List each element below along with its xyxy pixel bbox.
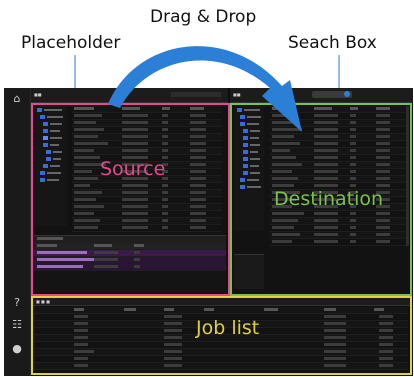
left-navigation-bar: ⌂ ? ☷ ● xyxy=(4,88,31,376)
source-label: Source xyxy=(100,158,166,180)
user-icon[interactable]: ● xyxy=(9,342,25,355)
destination-folder-icon[interactable]: ■■ xyxy=(233,92,241,97)
source-highlight-frame xyxy=(31,103,230,296)
home-icon[interactable]: ⌂ xyxy=(9,92,25,105)
source-toolbar-field[interactable] xyxy=(171,92,221,97)
search-box-annotation: Seach Box xyxy=(288,33,377,53)
settings-icon[interactable]: ☷ xyxy=(9,318,25,331)
placeholder-annotation: Placeholder xyxy=(21,33,121,53)
source-toolbar: ■■ xyxy=(31,88,228,103)
help-icon[interactable]: ? xyxy=(9,296,25,309)
media-manager-window: ⌂ ? ☷ ● ■■ ■■ ■ ■ ■ Source Destination J… xyxy=(4,88,413,376)
source-folder-icon[interactable]: ■■ xyxy=(34,92,42,97)
drag-drop-annotation: Drag & Drop xyxy=(150,7,257,27)
job-list-label: Job list xyxy=(196,317,260,339)
search-icon[interactable] xyxy=(344,91,350,97)
destination-toolbar: ■■ xyxy=(230,88,413,103)
destination-label: Destination xyxy=(274,188,384,210)
